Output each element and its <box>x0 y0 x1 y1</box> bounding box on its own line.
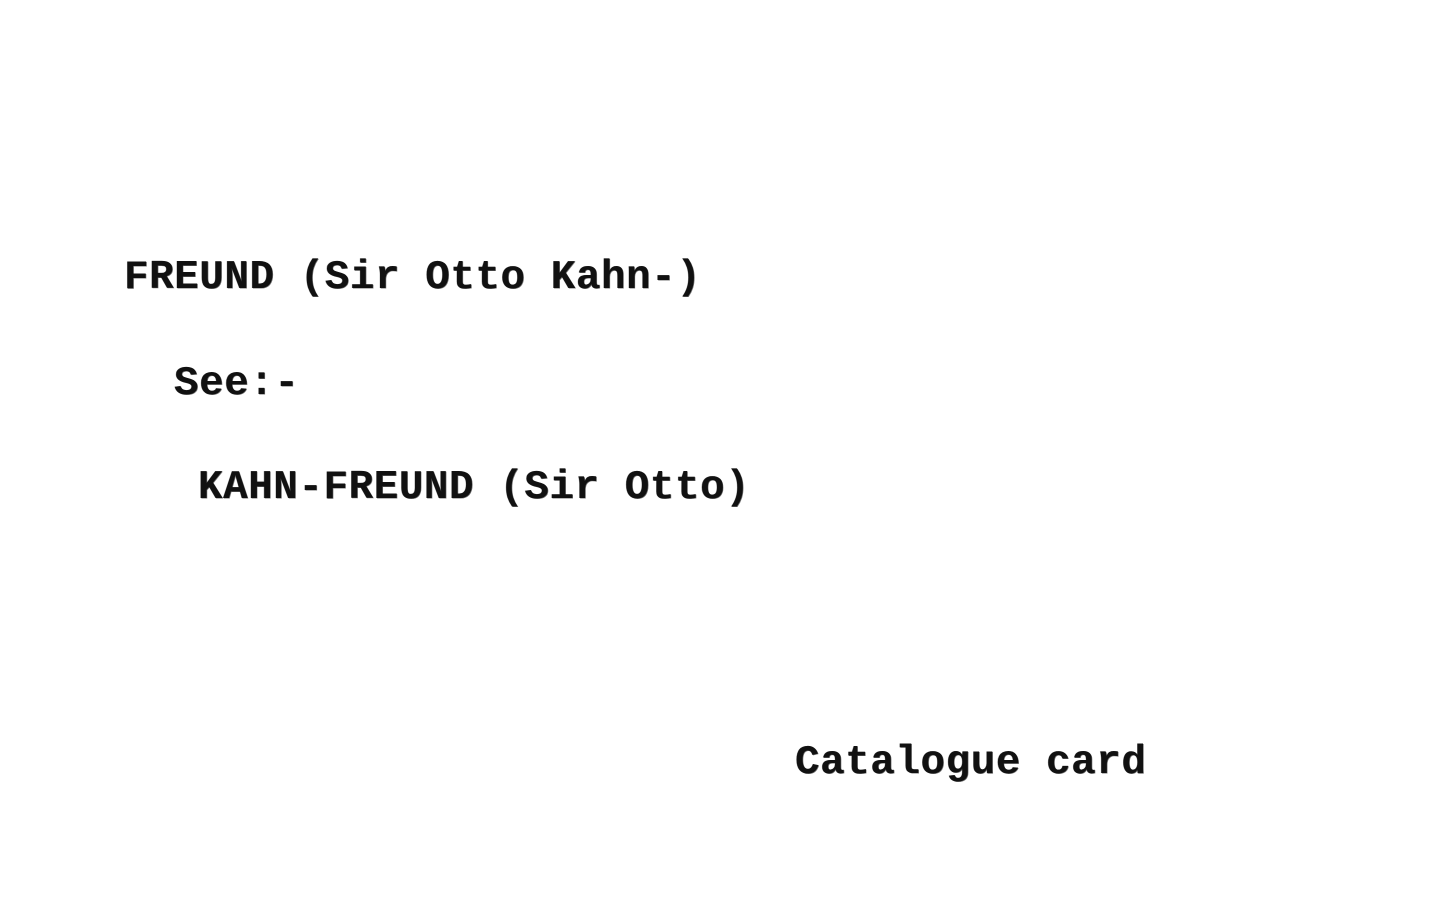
card-footer-note: Catalogue card <box>795 740 1147 786</box>
card-heading: FREUND (Sir Otto Kahn-) <box>124 255 702 301</box>
cross-reference-entry: KAHN-FREUND (Sir Otto) <box>198 465 751 511</box>
see-reference-label: See:- <box>174 361 300 407</box>
catalogue-card: FREUND (Sir Otto Kahn-) See:- KAHN-FREUN… <box>0 0 1454 909</box>
